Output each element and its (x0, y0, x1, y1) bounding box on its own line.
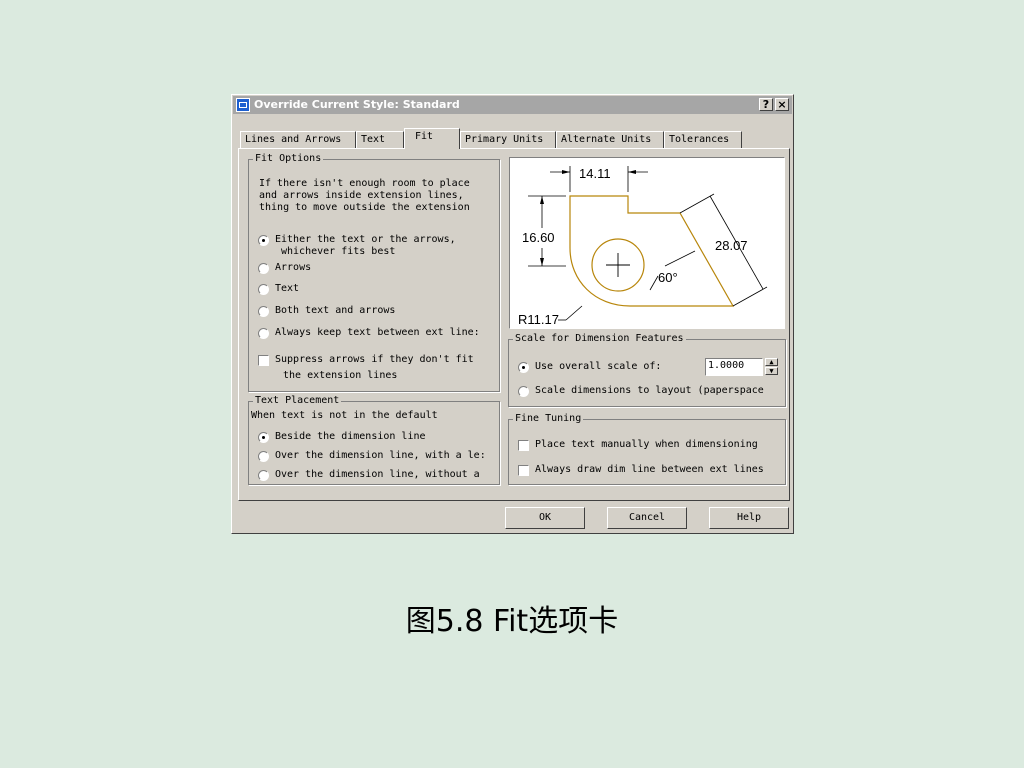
radio-both-text-and-arrows[interactable] (258, 306, 269, 317)
radio-beside-dimension-line[interactable] (258, 432, 269, 443)
radio-over-dim-line-with-leader[interactable] (258, 451, 269, 462)
label-arrows: Arrows (275, 262, 312, 273)
fit-preview: 14.11 16.60 28.07 60° R11.17 (509, 157, 785, 329)
label-whichever-fits-best: whichever fits best (281, 246, 396, 257)
text-placement-group: Text Placement When text is not in the d… (248, 395, 500, 485)
fine-tuning-group: Fine Tuning Place text manually when dim… (508, 413, 786, 485)
help-question-button[interactable]: ? (759, 98, 773, 111)
tab-primary-units[interactable]: Primary Units (460, 131, 556, 148)
label-place-text-manually: Place text manually when dimensioning (535, 439, 758, 450)
fit-options-group: Fit Options If there isn't enough room t… (248, 153, 500, 392)
scale-label: Scale for Dimension Features (513, 333, 686, 345)
app-icon (236, 98, 250, 112)
scale-group: Scale for Dimension Features Use overall… (508, 333, 786, 407)
radio-arrows[interactable] (258, 263, 269, 274)
tab-alternate-units[interactable]: Alternate Units (556, 131, 664, 148)
label-beside-dimension-line: Beside the dimension line (275, 431, 426, 442)
fit-options-desc-1: If there isn't enough room to place (259, 178, 470, 189)
preview-drawing: 14.11 16.60 28.07 60° R11.17 (518, 166, 768, 327)
radius-text: R11.17 (518, 312, 559, 327)
radio-either-text-or-arrows[interactable] (258, 235, 269, 246)
dialog-title: Override Current Style: Standard (254, 98, 460, 111)
fit-options-label: Fit Options (253, 153, 324, 165)
angle-text: 60° (658, 270, 678, 285)
label-text: Text (275, 283, 300, 294)
tab-tolerances[interactable]: Tolerances (664, 131, 742, 148)
spin-up-icon[interactable]: ▲ (765, 358, 778, 366)
tab-lines-and-arrows[interactable]: Lines and Arrows (240, 131, 356, 148)
text-placement-desc: When text is not in the default (251, 410, 438, 421)
label-always-keep-text: Always keep text between ext line: (275, 327, 480, 338)
label-over-dim-line-with-leader: Over the dimension line, with a le: (275, 450, 486, 461)
dim-left-text: 16.60 (522, 230, 555, 245)
fit-options-desc-3: thing to move outside the extension (259, 202, 470, 213)
dim-top-text: 14.11 (579, 166, 611, 181)
label-both-text-and-arrows: Both text and arrows (275, 305, 396, 316)
checkbox-suppress-arrows[interactable] (258, 355, 269, 366)
close-icon[interactable]: × (775, 98, 789, 111)
radio-use-overall-scale[interactable] (518, 362, 529, 373)
cancel-button[interactable]: Cancel (607, 507, 687, 529)
ok-button[interactable]: OK (505, 507, 585, 529)
part-outline (569, 195, 735, 307)
label-suppress-arrows: Suppress arrows if they don't fit (275, 354, 474, 365)
label-scale-to-layout: Scale dimensions to layout (paperspace (535, 385, 764, 396)
radio-always-keep-text[interactable] (258, 328, 269, 339)
label-use-overall-scale: Use overall scale of: (535, 361, 662, 372)
overall-scale-input[interactable]: 1.0000 (705, 358, 763, 376)
label-over-dim-line-without-leader: Over the dimension line, without a (275, 469, 480, 480)
spin-down-icon[interactable]: ▼ (765, 367, 778, 375)
title-bar[interactable]: Override Current Style: Standard ? × (233, 96, 792, 114)
label-extension-lines: the extension lines (283, 370, 398, 381)
radio-over-dim-line-without-leader[interactable] (258, 470, 269, 481)
fit-tab-panel: Fit Options If there isn't enough room t… (238, 148, 790, 501)
radio-text[interactable] (258, 284, 269, 295)
tab-fit[interactable]: Fit (404, 128, 460, 149)
figure-caption: 图5.8 Fit选项卡 (405, 604, 619, 639)
fine-tuning-label: Fine Tuning (513, 413, 584, 425)
fit-options-desc-2: and arrows inside extension lines, (259, 190, 464, 201)
override-style-dialog: Override Current Style: Standard ? × Lin… (231, 94, 794, 534)
dim-right-text: 28.07 (715, 238, 748, 253)
label-always-draw-dim-line: Always draw dim line between ext lines (535, 464, 764, 475)
tab-text[interactable]: Text (356, 131, 404, 148)
radio-scale-to-layout[interactable] (518, 386, 529, 397)
checkbox-always-draw-dim-line[interactable] (518, 465, 529, 476)
help-button[interactable]: Help (709, 507, 789, 529)
text-placement-label: Text Placement (253, 395, 342, 407)
checkbox-place-text-manually[interactable] (518, 440, 529, 451)
label-either-text-or-arrows: Either the text or the arrows, (275, 234, 456, 245)
